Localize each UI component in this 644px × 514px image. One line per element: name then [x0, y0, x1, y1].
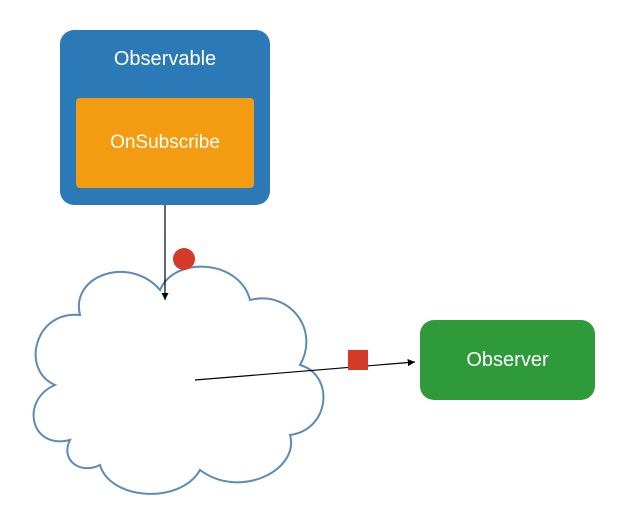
- onsubscribe-box: OnSubscribe: [76, 98, 254, 188]
- observer-box: Observer: [420, 320, 595, 400]
- onsubscribe-label: OnSubscribe: [110, 132, 220, 154]
- observer-label: Observer: [466, 349, 548, 372]
- marker-square: [348, 350, 368, 370]
- cloud-shape: [34, 267, 324, 494]
- marker-circle: [173, 248, 195, 270]
- observable-label: Observable: [114, 48, 216, 70]
- arrow-right: [195, 362, 415, 380]
